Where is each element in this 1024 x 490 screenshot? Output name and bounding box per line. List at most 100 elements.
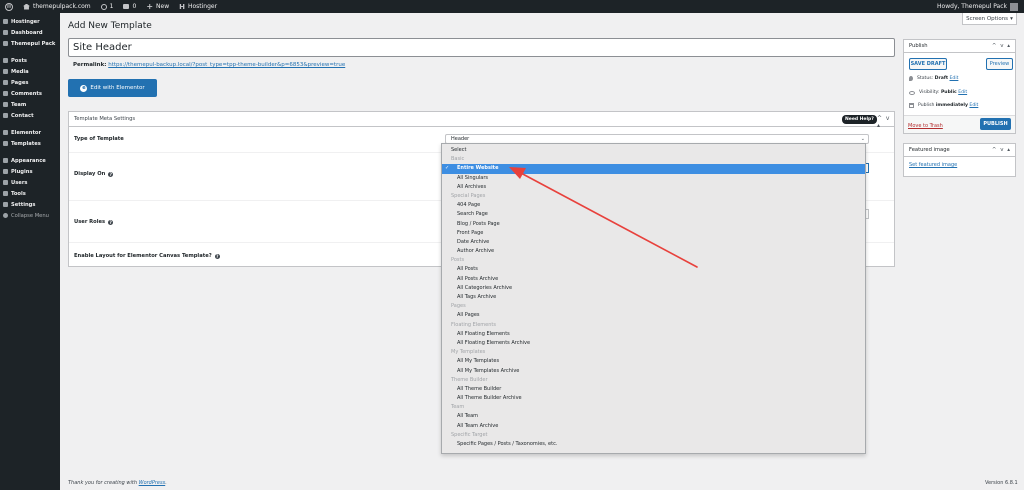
comments-menu[interactable]: 0 bbox=[118, 0, 141, 13]
featured-image-header: Featured image ^ v ▴ bbox=[904, 144, 1015, 157]
checkmark-icon: ✓ bbox=[445, 165, 450, 172]
dropdown-option-label: All Singulars bbox=[457, 174, 488, 181]
dropdown-option[interactable]: Search Page bbox=[442, 210, 865, 219]
dropdown-option[interactable]: Blog / Posts Page bbox=[442, 220, 865, 229]
box-move-arrows[interactable]: ^ v ▴ bbox=[992, 144, 1011, 157]
dropdown-option[interactable]: All Archives bbox=[442, 183, 865, 192]
sidebar-item-templates[interactable]: Templates bbox=[0, 138, 60, 149]
help-icon[interactable]: ? bbox=[214, 253, 220, 259]
display-on-label: Display On? bbox=[74, 171, 114, 177]
dropdown-option-label: Author Archive bbox=[457, 248, 495, 255]
pin-icon bbox=[3, 58, 8, 63]
edit-publish-time-link[interactable]: Edit bbox=[969, 103, 978, 108]
account-menu[interactable]: Howdy, Themepul Pack bbox=[932, 0, 1024, 13]
sidebar-item-comments[interactable]: Comments bbox=[0, 88, 60, 99]
pages-icon bbox=[3, 80, 8, 85]
move-to-trash-link[interactable]: Move to Trash bbox=[908, 123, 943, 129]
wp-logo-menu[interactable]: W bbox=[0, 0, 18, 13]
post-title-input[interactable]: Site Header bbox=[68, 38, 895, 57]
hostinger-menu[interactable]: H Hostinger bbox=[174, 0, 222, 13]
site-name-menu[interactable]: themepulpack.com bbox=[18, 0, 96, 13]
dropdown-option[interactable]: All Theme Builder bbox=[442, 385, 865, 394]
dropdown-option[interactable]: All My Templates Archive bbox=[442, 367, 865, 376]
sidebar-item-label: Pages bbox=[11, 79, 29, 86]
dropdown-option[interactable]: All Tags Archive bbox=[442, 293, 865, 302]
dropdown-option[interactable]: All Posts bbox=[442, 265, 865, 274]
pin-icon bbox=[3, 102, 8, 107]
dropdown-option[interactable]: Specific Pages / Posts / Taxonomies, etc… bbox=[442, 440, 865, 449]
sidebar-item-label: Comments bbox=[11, 90, 42, 97]
preview-button[interactable]: Preview bbox=[986, 58, 1013, 70]
edit-visibility-link[interactable]: Edit bbox=[958, 90, 967, 95]
sidebar-item-pages[interactable]: Pages bbox=[0, 77, 60, 88]
themepul-icon bbox=[3, 41, 8, 46]
sidebar-item-team[interactable]: Team bbox=[0, 99, 60, 110]
edit-with-elementor-button[interactable]: e Edit with Elementor bbox=[68, 79, 157, 97]
dropdown-option[interactable]: All Posts Archive bbox=[442, 275, 865, 284]
hostinger-icon bbox=[3, 19, 8, 24]
sidebar-item-dashboard[interactable]: Dashboard bbox=[0, 27, 60, 38]
dropdown-option-label: All Posts Archive bbox=[457, 275, 499, 282]
dropdown-option-label: All My Templates Archive bbox=[457, 367, 520, 374]
sidebar-item-users[interactable]: Users bbox=[0, 177, 60, 188]
dropdown-option[interactable]: Select bbox=[442, 146, 865, 155]
sidebar-item-posts[interactable]: Posts bbox=[0, 55, 60, 66]
sidebar-item-plugins[interactable]: Plugins bbox=[0, 166, 60, 177]
dropdown-option[interactable]: Front Page bbox=[442, 229, 865, 238]
dropdown-option[interactable]: All Theme Builder Archive bbox=[442, 394, 865, 403]
dropdown-option[interactable]: ✓ Entire Website bbox=[442, 164, 865, 174]
dropdown-group-label: Special Pages bbox=[442, 192, 865, 201]
dropdown-group-label: Posts bbox=[442, 256, 865, 265]
sidebar-item-themepul-pack[interactable]: Themepul Pack bbox=[0, 38, 60, 49]
sidebar-item-label: Media bbox=[11, 68, 29, 75]
dropdown-option[interactable]: All Team bbox=[442, 412, 865, 421]
dropdown-option[interactable]: Author Archive bbox=[442, 247, 865, 256]
screen-options-button[interactable]: Screen Options ▾ bbox=[962, 13, 1017, 25]
admin-sidebar: Hostinger Dashboard Themepul Pack Posts … bbox=[0, 13, 60, 490]
edit-with-elementor-label: Edit with Elementor bbox=[90, 85, 145, 91]
publish-button[interactable]: PUBLISH bbox=[980, 118, 1011, 130]
sidebar-item-elementor[interactable]: Elementor bbox=[0, 127, 60, 138]
new-content-menu[interactable]: + New bbox=[141, 0, 174, 13]
dropdown-option-label: Posts bbox=[451, 257, 465, 264]
dropdown-option[interactable]: All Floating Elements bbox=[442, 330, 865, 339]
sidebar-item-label: Users bbox=[11, 179, 28, 186]
sidebar-item-appearance[interactable]: Appearance bbox=[0, 155, 60, 166]
permalink-link[interactable]: https://themepul-backup.local/?post_type… bbox=[108, 62, 345, 68]
avatar bbox=[1010, 2, 1018, 11]
save-draft-button[interactable]: SAVE DRAFT bbox=[909, 58, 947, 70]
collapse-menu-button[interactable]: Collapse Menu bbox=[0, 210, 60, 221]
dropdown-option[interactable]: All Floating Elements Archive bbox=[442, 339, 865, 348]
edit-status-link[interactable]: Edit bbox=[950, 76, 959, 81]
eye-icon bbox=[909, 90, 915, 95]
need-help-button[interactable]: Need Help? bbox=[842, 115, 877, 124]
sidebar-item-hostinger[interactable]: Hostinger bbox=[0, 16, 60, 27]
sidebar-item-tools[interactable]: Tools bbox=[0, 188, 60, 199]
dropdown-group-label: Team bbox=[442, 403, 865, 412]
dropdown-option[interactable]: All Team Archive bbox=[442, 422, 865, 431]
dropdown-option[interactable]: Date Archive bbox=[442, 238, 865, 247]
dropdown-group-label: Specific Target bbox=[442, 431, 865, 440]
dropdown-option[interactable]: All My Templates bbox=[442, 357, 865, 366]
wordpress-link[interactable]: WordPress bbox=[139, 480, 166, 486]
dropdown-option[interactable]: All Pages bbox=[442, 311, 865, 320]
dropdown-option[interactable]: All Singulars bbox=[442, 174, 865, 183]
admin-bar: W themepulpack.com 1 0 + New H Hostinger H… bbox=[0, 0, 1024, 13]
settings-icon bbox=[3, 202, 8, 207]
sidebar-item-settings[interactable]: Settings bbox=[0, 199, 60, 210]
box-move-arrows[interactable]: ^ v ▴ bbox=[992, 40, 1011, 53]
display-on-dropdown: Select Basic ✓ Entire Website All Singulars A… bbox=[441, 143, 866, 454]
sidebar-item-contact[interactable]: Contact bbox=[0, 110, 60, 121]
dropdown-option[interactable]: All Categories Archive bbox=[442, 284, 865, 293]
sidebar-item-media[interactable]: Media bbox=[0, 66, 60, 77]
dropdown-option-label: All My Templates bbox=[457, 358, 500, 365]
help-icon[interactable]: ? bbox=[108, 171, 114, 177]
updates-menu[interactable]: 1 bbox=[96, 0, 119, 13]
media-icon bbox=[3, 69, 8, 74]
dropdown-option[interactable]: 404 Page bbox=[442, 201, 865, 210]
metabox-move-arrows[interactable]: ^ v ▴ bbox=[877, 115, 894, 129]
status-label: Status: bbox=[917, 76, 934, 81]
comments-count: 0 bbox=[132, 3, 137, 10]
set-featured-image-link[interactable]: Set featured image bbox=[909, 162, 957, 168]
help-icon[interactable]: ? bbox=[108, 219, 114, 225]
